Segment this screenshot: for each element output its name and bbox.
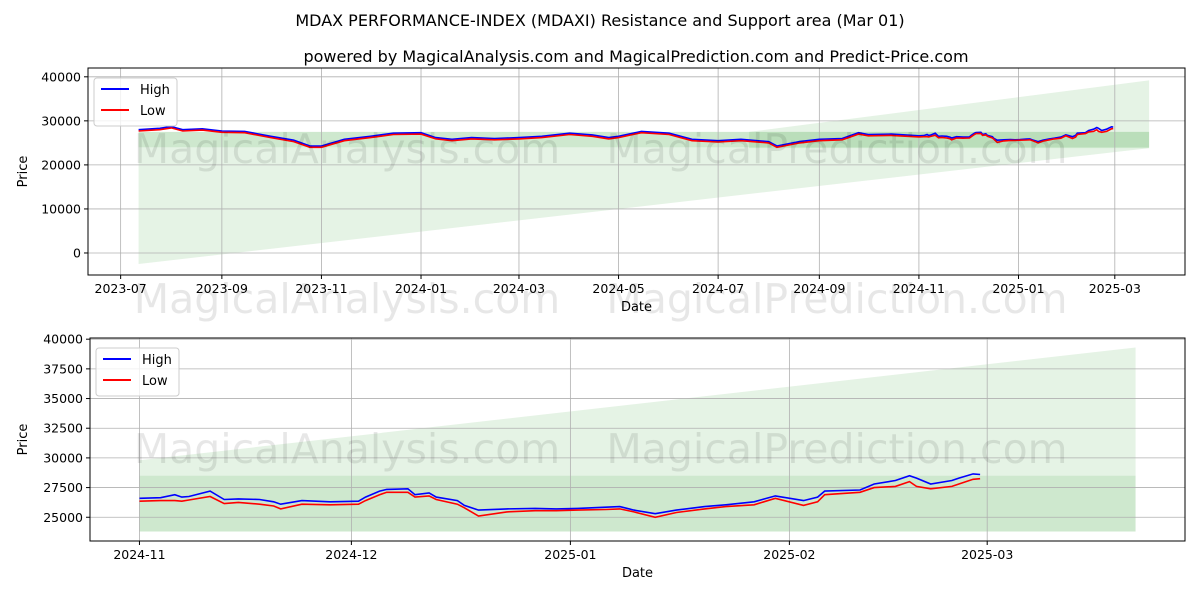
y-axis-label: Price: [16, 424, 31, 456]
watermark-prediction: MagicalPrediction.com: [606, 125, 1067, 173]
watermark-prediction: MagicalPrediction.com: [606, 425, 1067, 473]
chart-subtitle: powered by MagicalAnalysis.com and Magic…: [303, 47, 968, 66]
figure: MDAX PERFORMANCE-INDEX (MDAXI) Resistanc…: [16, 11, 1186, 581]
x-tick-label: 2025-02: [763, 547, 815, 562]
y-tick-label: 30000: [41, 113, 81, 128]
legend: High Low: [95, 347, 180, 397]
watermark-analysis: MagicalAnalysis.com: [134, 275, 561, 323]
legend-label-low: Low: [142, 374, 168, 389]
x-tick-label: 2025-03: [1089, 281, 1141, 296]
y-tick-label: 30000: [43, 450, 83, 465]
x-axis-label: Date: [622, 566, 653, 581]
legend-label-high: High: [142, 353, 172, 368]
watermark-prediction: MagicalPrediction.com: [606, 275, 1067, 323]
y-tick-label: 37500: [43, 361, 83, 376]
y-tick-label: 0: [73, 245, 81, 260]
y-tick-label: 35000: [43, 391, 83, 406]
y-tick-label: 10000: [41, 201, 81, 216]
legend-label-low: Low: [140, 104, 166, 119]
watermark-analysis: MagicalAnalysis.com: [134, 125, 561, 173]
watermark-analysis: MagicalAnalysis.com: [134, 425, 561, 473]
y-axis-label: Price: [16, 156, 31, 188]
y-tick-label: 40000: [43, 332, 83, 347]
y-tick-label: 32500: [43, 421, 83, 436]
y-tick-label: 25000: [43, 510, 83, 525]
legend-label-high: High: [140, 83, 170, 98]
x-tick-label: 2025-03: [961, 547, 1013, 562]
x-tick-label: 2024-11: [113, 547, 165, 562]
legend: High Low: [93, 77, 178, 127]
x-tick-label: 2025-01: [544, 547, 596, 562]
x-tick-label: 2024-12: [325, 547, 377, 562]
y-tick-label: 20000: [41, 157, 81, 172]
y-tick-label: 27500: [43, 480, 83, 495]
y-tick-label: 40000: [41, 69, 81, 84]
chart-title: MDAX PERFORMANCE-INDEX (MDAXI) Resistanc…: [295, 11, 904, 30]
